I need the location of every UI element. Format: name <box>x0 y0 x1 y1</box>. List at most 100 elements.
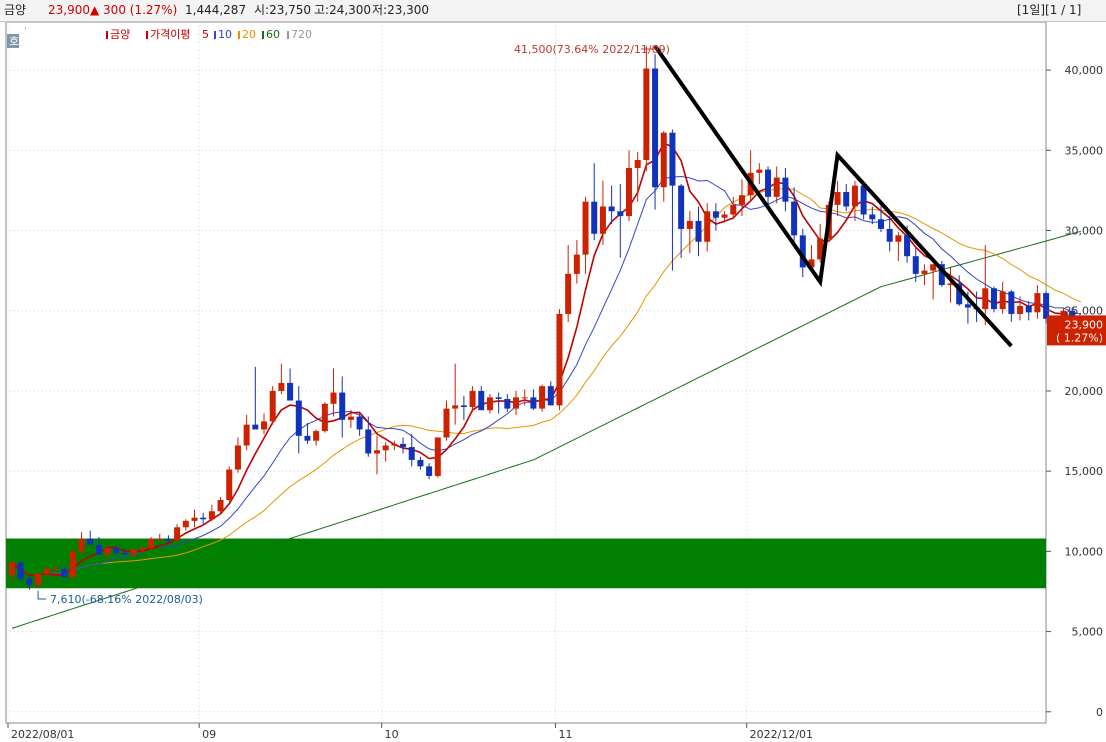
last-price-box: 23,900 ( 1.27%) <box>1047 315 1106 346</box>
candle-body <box>773 177 780 197</box>
candle-body <box>678 185 685 229</box>
y-tick-label: 5,000 <box>1072 626 1104 639</box>
legend-ma60: 60 <box>266 28 280 41</box>
candle-body <box>269 390 276 422</box>
candle-body <box>556 313 563 406</box>
candle-body <box>52 569 59 571</box>
candle-body <box>504 398 511 409</box>
legend-ma20: 20 <box>242 28 256 41</box>
candle-body <box>869 214 876 220</box>
candle-body <box>382 445 389 451</box>
high-annotation: 41,500(73.64% 2022/11/09) <box>514 43 670 56</box>
candle-body <box>321 403 328 432</box>
candle-body <box>695 220 702 242</box>
candle-body <box>139 548 146 550</box>
candle-body <box>313 431 320 441</box>
candle-body <box>1043 293 1050 319</box>
current-price: 23,900 <box>48 3 90 17</box>
y-tick-label: 30,000 <box>1065 225 1104 238</box>
candle-body <box>834 192 841 205</box>
candle-body <box>87 538 94 545</box>
y-tick-label: 20,000 <box>1065 385 1104 398</box>
candle-body <box>304 435 311 441</box>
x-tick-label: 10 <box>385 728 399 741</box>
x-tick-label: 11 <box>558 728 572 741</box>
candle-body <box>791 201 798 236</box>
x-tick-label: 2022/08/01 <box>11 728 74 741</box>
candle-body <box>104 548 111 555</box>
candle-body <box>191 517 198 521</box>
candle-body <box>443 408 450 438</box>
candle-body <box>1017 305 1024 314</box>
candle-body <box>486 397 493 411</box>
candle-body <box>165 538 172 541</box>
candle-body <box>765 169 772 197</box>
page-indicator[interactable]: [1일][1 / 1] <box>1017 0 1081 21</box>
candle-body <box>704 211 711 242</box>
candle-body <box>295 400 302 436</box>
x-tick-label: 09 <box>202 728 216 741</box>
candle-body <box>95 544 102 555</box>
candle-body <box>130 549 137 555</box>
candle-body <box>982 288 989 310</box>
candle-body <box>61 569 68 578</box>
candle-body <box>964 304 971 308</box>
candle-body <box>738 195 745 205</box>
candle-body <box>460 405 467 407</box>
candle-body <box>69 551 76 578</box>
legend-name-swatch <box>106 31 108 39</box>
low-annotation: 7,610(-68.16% 2022/08/03) <box>37 590 203 606</box>
candle-body <box>226 469 233 501</box>
legend-ma-label: 가격이평 <box>150 28 190 41</box>
candle-body <box>339 392 346 420</box>
candle-body <box>452 405 459 409</box>
candle-body <box>208 511 215 520</box>
candle-body <box>417 459 424 467</box>
candle-body <box>565 273 572 314</box>
legend-ma60-swatch <box>262 31 264 39</box>
candle-body <box>121 552 128 555</box>
candle-body <box>261 421 268 430</box>
candle-body <box>582 201 589 255</box>
price-change: ▲ 300 (1.27%) <box>90 3 178 17</box>
candle-body <box>252 424 259 430</box>
legend-ma720-swatch <box>287 31 289 39</box>
high-price: 고:24,300 <box>314 3 372 17</box>
candle-body <box>851 185 858 207</box>
candle-body <box>721 214 728 218</box>
candle-body <box>182 520 189 528</box>
open-price: 시:23,750 <box>254 3 312 17</box>
candle-body <box>530 397 537 409</box>
candle-body <box>1008 291 1015 314</box>
candle-body <box>43 569 50 574</box>
candle-body <box>539 386 546 409</box>
candle-body <box>469 390 476 407</box>
candle-body <box>860 185 867 215</box>
candle-body <box>174 527 181 541</box>
candle-body <box>495 397 502 399</box>
y-tick-label: 15,000 <box>1065 465 1104 478</box>
candle-body <box>287 382 294 401</box>
candle-body <box>669 132 676 186</box>
candle-body <box>391 443 398 446</box>
candle-body <box>686 220 693 229</box>
corner-tag-label: 호 <box>9 35 19 48</box>
candle-body <box>408 447 415 460</box>
candle-body <box>782 177 789 202</box>
candle-body <box>912 256 919 274</box>
candle-body <box>756 169 763 173</box>
candle-body <box>634 159 641 168</box>
candle-body <box>617 211 624 217</box>
candle-body <box>356 416 363 430</box>
candle-body <box>434 437 441 476</box>
candle-body <box>878 219 884 229</box>
candle-body <box>895 235 902 242</box>
candle-body <box>148 538 155 549</box>
candle-body <box>478 390 485 411</box>
candle-body <box>712 211 719 218</box>
candle-body <box>200 517 207 520</box>
stock-name: 금양 <box>4 3 27 17</box>
candle-body <box>373 450 380 454</box>
price-header: 금양 23,900 ▲ 300 (1.27%) 1,444,287 시:23,7… <box>0 0 1106 22</box>
candle-body <box>999 291 1006 310</box>
